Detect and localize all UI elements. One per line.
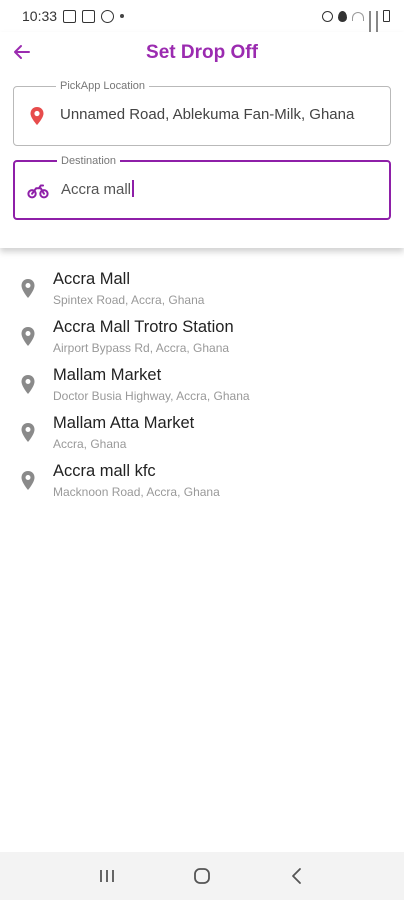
result-item[interactable]: Accra Mall Spintex Road, Accra, Ghana (0, 264, 404, 312)
page-title: Set Drop Off (146, 42, 258, 63)
home-icon (194, 868, 210, 884)
destination-field[interactable]: Destination Accra mall (13, 154, 391, 220)
alarm-icon (322, 10, 333, 22)
destination-label: Destination (57, 154, 121, 168)
location-pin-icon (21, 375, 35, 394)
destination-value: Accra mall (61, 181, 132, 198)
location-status-icon (338, 10, 347, 22)
location-pin-icon (30, 107, 44, 125)
result-name: Accra Mall (53, 270, 131, 288)
location-pin-icon (21, 327, 35, 346)
result-item[interactable]: Accra mall kfc Macknoon Road, Accra, Gha… (0, 456, 404, 504)
result-address: Macknoon Road, Accra, Ghana (53, 485, 220, 499)
wifi-icon (352, 11, 364, 21)
location-pin-icon (21, 423, 35, 442)
gallery-icon (82, 9, 96, 23)
search-results-list: Accra Mall Spintex Road, Accra, Ghana Ac… (0, 264, 404, 504)
pickup-location-field[interactable]: PickApp Location Unnamed Road, Ablekuma … (13, 79, 391, 146)
result-address: Accra, Ghana (53, 437, 127, 451)
result-address: Doctor Busia Highway, Accra, Ghana (53, 389, 250, 403)
result-name: Mallam Atta Market (53, 414, 195, 432)
result-item[interactable]: Mallam Atta Market Accra, Ghana (0, 408, 404, 456)
signal-icon-1 (369, 10, 371, 38)
system-back-button[interactable] (277, 856, 317, 896)
result-name: Accra mall kfc (53, 462, 156, 480)
location-pin-icon (21, 279, 35, 298)
dot-icon (120, 14, 125, 18)
chevron-left-icon (291, 868, 301, 884)
location-pin-icon (21, 471, 35, 490)
sync-icon (101, 9, 115, 23)
status-right (322, 10, 390, 38)
result-address: Airport Bypass Rd, Accra, Ghana (53, 341, 230, 355)
drop-off-header: Set Drop Off PickApp Location Unnamed Ro… (0, 32, 404, 248)
motorbike-icon (27, 184, 49, 199)
recent-apps-icon (100, 870, 115, 882)
signal-icon-2 (376, 10, 378, 38)
status-left: 10:33 (22, 8, 125, 24)
system-navigation-bar (0, 852, 404, 900)
destination-input[interactable]: Accra mall (61, 180, 135, 198)
pickup-location-value: Unnamed Road, Ablekuma Fan-Milk, Ghana (60, 106, 355, 123)
result-item[interactable]: Mallam Market Doctor Busia Highway, Accr… (0, 360, 404, 408)
status-time: 10:33 (22, 8, 58, 24)
result-item[interactable]: Accra Mall Trotro Station Airport Bypass… (0, 312, 404, 360)
battery-icon (383, 10, 390, 22)
pickup-location-label: PickApp Location (56, 79, 149, 93)
status-bar: 10:33 (0, 0, 404, 38)
result-name: Mallam Market (53, 366, 162, 384)
notification-icon (63, 9, 77, 23)
result-address: Spintex Road, Accra, Ghana (53, 293, 205, 307)
result-name: Accra Mall Trotro Station (53, 318, 234, 336)
recent-apps-button[interactable] (87, 856, 127, 896)
text-cursor (132, 180, 135, 197)
home-button[interactable] (182, 856, 222, 896)
